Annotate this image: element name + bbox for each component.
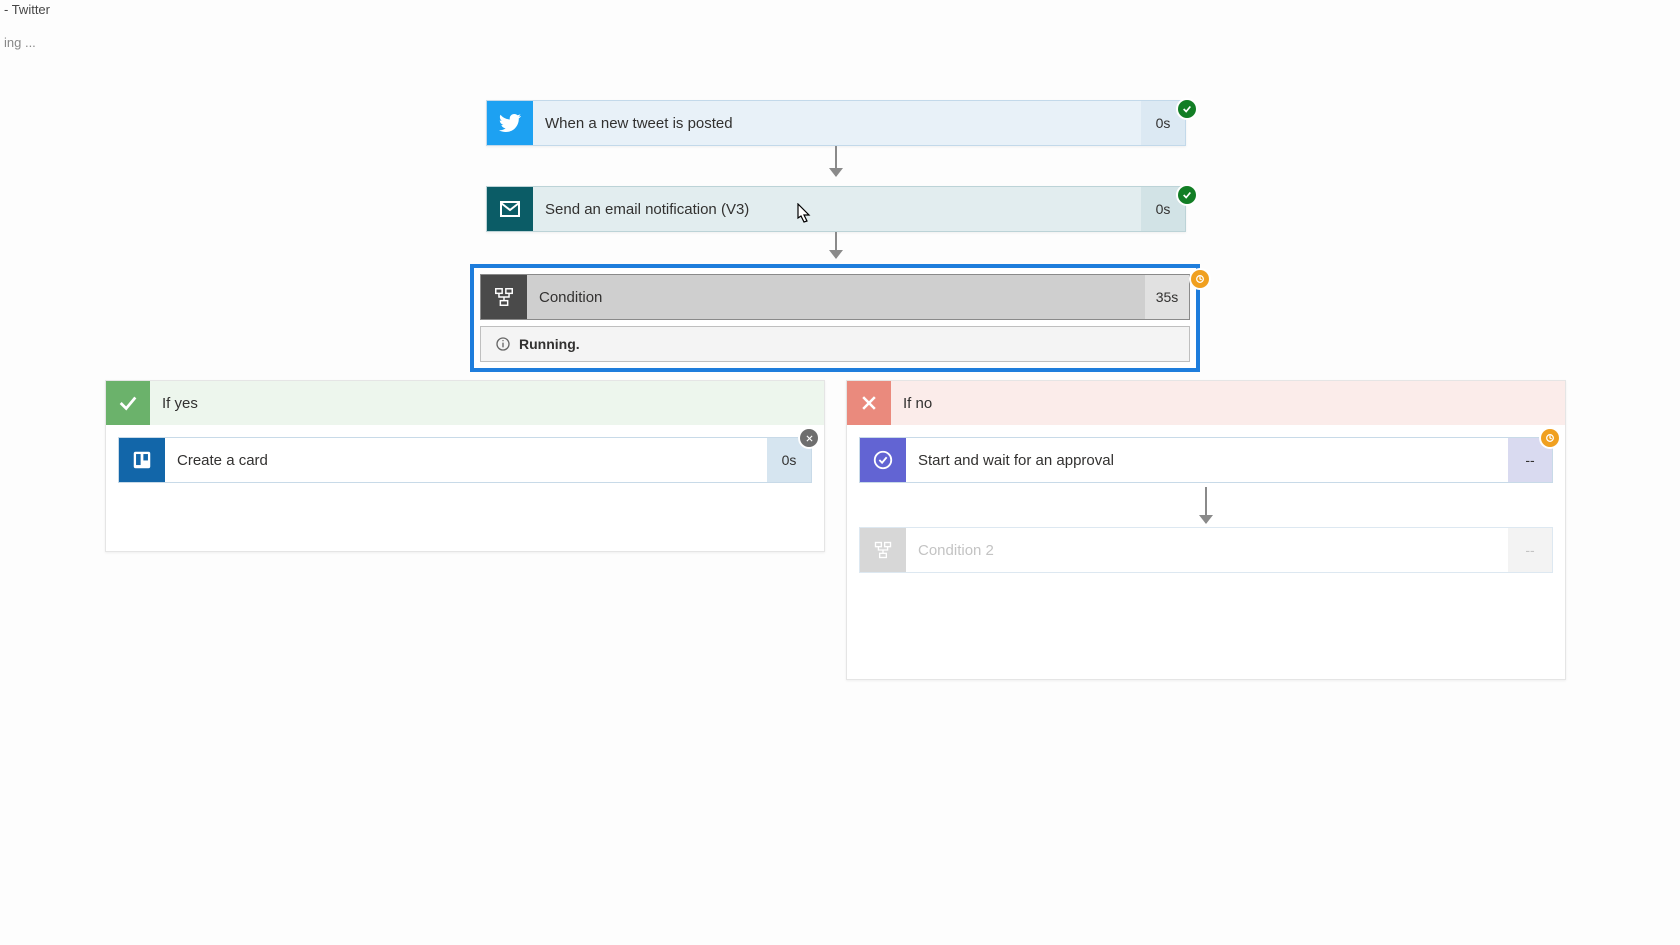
email-status-success-icon	[1178, 186, 1196, 204]
browser-tab-title: - Twitter	[4, 2, 1680, 17]
action-email-label: Send an email notification (V3)	[533, 187, 1141, 231]
check-icon	[106, 381, 150, 425]
condition-2-duration: --	[1508, 528, 1552, 572]
mouse-cursor-icon	[795, 203, 813, 225]
twitter-icon	[487, 101, 533, 145]
if-no-label: If no	[891, 395, 932, 412]
condition-card[interactable]: Condition 35s	[480, 274, 1190, 320]
arrow-icon	[835, 146, 837, 176]
condition-status-text: Running.	[519, 336, 580, 352]
approval-icon	[860, 438, 906, 482]
arrow-icon	[1205, 487, 1207, 523]
if-yes-header: If yes	[106, 381, 824, 425]
trello-icon	[119, 438, 165, 482]
if-yes-branch[interactable]: If yes Create a card 0s	[105, 380, 825, 552]
condition-label: Condition	[527, 275, 1145, 319]
condition-icon	[481, 275, 527, 319]
if-yes-label: If yes	[150, 395, 198, 412]
approval-status-running-icon	[1541, 429, 1559, 447]
cross-icon	[847, 381, 891, 425]
action-create-card[interactable]: Create a card 0s	[118, 437, 812, 483]
condition-duration: 35s	[1145, 275, 1189, 319]
if-no-header: If no	[847, 381, 1565, 425]
condition-icon	[860, 528, 906, 572]
action-approval-label: Start and wait for an approval	[906, 438, 1508, 482]
trigger-twitter-label: When a new tweet is posted	[533, 101, 1141, 145]
action-create-card-label: Create a card	[165, 438, 767, 482]
condition-card-selected[interactable]: Condition 35s Running.	[470, 264, 1200, 372]
create-card-status-error-icon	[800, 429, 818, 447]
if-no-branch[interactable]: If no Start and wait for an approval --	[846, 380, 1566, 680]
arrow-icon	[835, 232, 837, 258]
condition-2[interactable]: Condition 2 --	[859, 527, 1553, 573]
mail-icon	[487, 187, 533, 231]
page-header: - Twitter ing ...	[0, 0, 1680, 60]
loading-text: ing ...	[4, 35, 1680, 50]
flow-canvas: When a new tweet is posted 0s Send an em…	[0, 70, 1680, 945]
action-email-card[interactable]: Send an email notification (V3) 0s	[486, 186, 1186, 232]
condition-status-running-icon	[1191, 270, 1209, 288]
trigger-status-success-icon	[1178, 100, 1196, 118]
info-icon	[495, 336, 511, 352]
trigger-twitter-card[interactable]: When a new tweet is posted 0s	[486, 100, 1186, 146]
condition-2-label: Condition 2	[906, 528, 1508, 572]
action-approval[interactable]: Start and wait for an approval --	[859, 437, 1553, 483]
condition-status-row: Running.	[480, 326, 1190, 362]
